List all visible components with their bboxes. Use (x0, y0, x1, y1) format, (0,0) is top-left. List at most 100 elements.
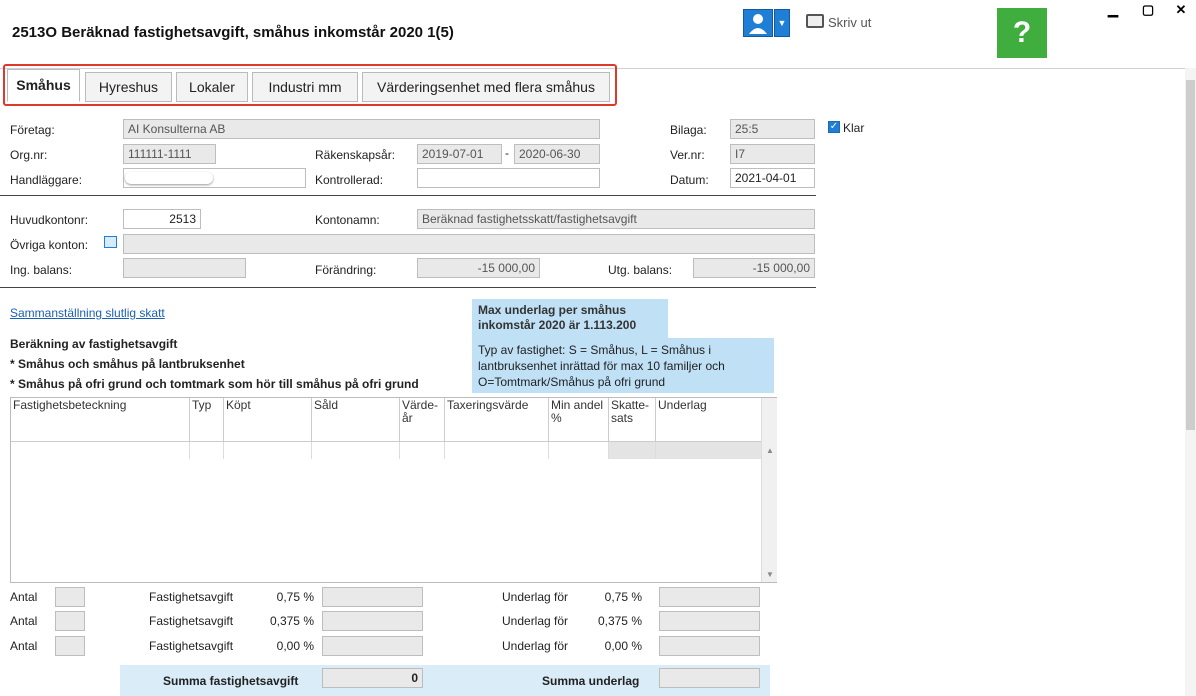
grid-cell[interactable] (656, 442, 761, 459)
grid-cell[interactable] (400, 442, 445, 459)
calc-line-2: * Småhus på ofri grund och tomtmark som … (10, 377, 419, 391)
col-skattesats[interactable]: Skatte-sats (609, 398, 656, 441)
maximize-button[interactable]: ▢ (1133, 2, 1163, 20)
col-fastighetsbeteckning[interactable]: Fastighetsbeteckning (11, 398, 190, 441)
handlaggare-label: Handläggare: (10, 173, 83, 187)
underlag-pct-3: 0,00 % (604, 639, 642, 653)
underlag-field-3[interactable] (659, 636, 760, 656)
utg-balans-field[interactable]: -15 000,00 (693, 258, 815, 278)
account-list-icon[interactable] (104, 236, 117, 248)
avgift-pct-3: 0,00 % (276, 639, 314, 653)
summa-underlag-field[interactable] (659, 668, 760, 688)
col-sald[interactable]: Såld (312, 398, 400, 441)
foretag-field[interactable]: AI Konsulterna AB (123, 119, 600, 139)
antal-field-3[interactable] (55, 636, 85, 656)
avgift-field-2[interactable] (322, 611, 423, 631)
tab-smahus[interactable]: Småhus (7, 69, 80, 102)
section-divider-2 (0, 287, 816, 288)
col-vardear[interactable]: Värde-år (400, 398, 445, 441)
rakenskapsar-to-field[interactable]: 2020-06-30 (514, 144, 600, 164)
grid-cell[interactable] (609, 442, 656, 459)
klar-label: Klar (843, 121, 865, 135)
avgift-pct-1: 0,75 % (276, 590, 314, 604)
huvudkontonr-field[interactable]: 2513 (123, 209, 201, 229)
grid-scrollbar[interactable]: ▲ ▼ (761, 398, 777, 582)
summa-underlag-label: Summa underlag (542, 674, 640, 688)
fastighetsavgift-label-3: Fastighetsavgift (149, 639, 234, 653)
antal-field-2[interactable] (55, 611, 85, 631)
datum-label: Datum: (670, 173, 709, 187)
forandring-label: Förändring: (315, 263, 377, 277)
calc-line-1: * Småhus och småhus på lantbruksenhet (10, 357, 245, 371)
vernr-label: Ver.nr: (670, 148, 705, 162)
scroll-up-icon[interactable]: ▲ (762, 446, 778, 455)
huvudkontonr-label: Huvudkontonr: (10, 213, 89, 227)
orgnr-label: Org.nr: (10, 148, 48, 162)
avgift-field-1[interactable] (322, 587, 423, 607)
col-taxeringsvarde[interactable]: Taxeringsvärde (445, 398, 549, 441)
ovriga-konton-field[interactable] (123, 234, 815, 254)
minimize-button[interactable]: ▁ (1098, 2, 1128, 20)
typ-info: Typ av fastighet: S = Småhus, L = Småhus… (472, 338, 774, 393)
scroll-down-icon[interactable]: ▼ (762, 570, 778, 579)
fastighetsavgift-label-2: Fastighetsavgift (149, 614, 234, 628)
printer-icon[interactable] (806, 14, 824, 28)
vernr-field[interactable]: I7 (730, 144, 815, 164)
klar-checkbox[interactable]: ✓ (828, 121, 840, 133)
datum-field[interactable]: 2021-04-01 (730, 168, 815, 188)
redaction-mark (125, 172, 213, 184)
date-range-dash: - (505, 146, 509, 160)
print-button[interactable]: Skriv ut (828, 15, 871, 30)
grid-cell[interactable] (445, 442, 549, 459)
col-underlag[interactable]: Underlag (656, 398, 761, 441)
antal-label-3: Antal (10, 639, 38, 653)
underlag-label-1: Underlag för (502, 590, 569, 604)
col-min-andel[interactable]: Min andel % (549, 398, 609, 441)
orgnr-field[interactable]: 111111-1111 (123, 144, 216, 164)
antal-label-1: Antal (10, 590, 38, 604)
avgift-pct-2: 0,375 % (269, 614, 314, 628)
underlag-field-2[interactable] (659, 611, 760, 631)
summa-avgift-label: Summa fastighetsavgift (163, 674, 299, 688)
kontonamn-label: Kontonamn: (315, 213, 380, 227)
rakenskapsar-from-field[interactable]: 2019-07-01 (417, 144, 502, 164)
underlag-field-1[interactable] (659, 587, 760, 607)
foretag-label: Företag: (10, 123, 55, 137)
col-kopt[interactable]: Köpt (224, 398, 312, 441)
underlag-label-2: Underlag för (502, 614, 569, 628)
rakenskapsar-label: Räkenskapsår: (315, 148, 396, 162)
kontonamn-field[interactable]: Beräknad fastighetsskatt/fastighetsavgif… (417, 209, 815, 229)
window-scrollbar-thumb[interactable] (1186, 80, 1195, 430)
tab-varderingsenhet[interactable]: Värderingsenhet med flera småhus (362, 72, 610, 102)
summa-avgift-field[interactable]: 0 (322, 668, 423, 688)
ovriga-konton-label: Övriga konton: (10, 238, 89, 252)
antal-field-1[interactable] (55, 587, 85, 607)
tab-lokaler[interactable]: Lokaler (176, 72, 248, 102)
calc-heading: Beräkning av fastighetsavgift (10, 337, 178, 351)
chevron-down-icon[interactable]: ▼ (774, 9, 790, 37)
section-divider (0, 195, 816, 196)
forandring-field[interactable]: -15 000,00 (417, 258, 540, 278)
kontrollerad-field[interactable] (417, 168, 600, 188)
ing-balans-label: Ing. balans: (10, 263, 73, 277)
col-typ[interactable]: Typ (190, 398, 224, 441)
grid-cell[interactable] (190, 442, 224, 459)
avgift-field-3[interactable] (322, 636, 423, 656)
sammanstallning-link[interactable]: Sammanställning slutlig skatt (10, 306, 165, 320)
tab-industri[interactable]: Industri mm (252, 72, 358, 102)
grid-cell[interactable] (224, 442, 312, 459)
utg-balans-label: Utg. balans: (608, 263, 673, 277)
help-button[interactable]: ? (997, 8, 1047, 58)
grid-cell[interactable] (11, 442, 190, 459)
user-icon[interactable] (743, 9, 773, 37)
bilaga-field[interactable]: 25:5 (730, 119, 815, 139)
bilaga-label: Bilaga: (670, 123, 707, 137)
ing-balans-field[interactable] (123, 258, 246, 278)
close-button[interactable]: ✕ (1166, 2, 1196, 20)
grid-cell[interactable] (312, 442, 400, 459)
tab-hyreshus[interactable]: Hyreshus (85, 72, 172, 102)
underlag-label-3: Underlag för (502, 639, 569, 653)
fastighet-grid[interactable]: Fastighetsbeteckning Typ Köpt Såld Värde… (10, 397, 777, 583)
grid-cell[interactable] (549, 442, 609, 459)
antal-label-2: Antal (10, 614, 38, 628)
